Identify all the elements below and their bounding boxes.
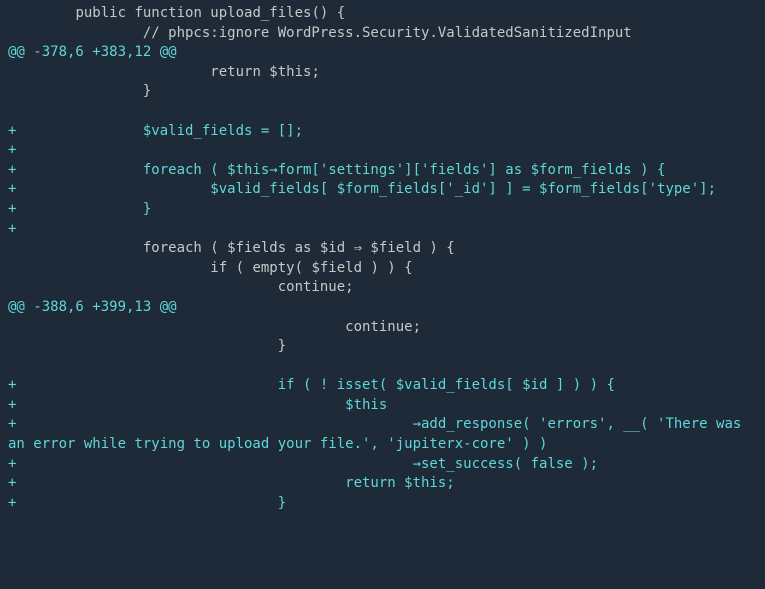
diff-line-add: + $this <box>0 396 765 416</box>
diff-line-ctx <box>0 102 765 122</box>
diff-line-hunk: @@ -378,6 +383,12 @@ <box>0 43 765 63</box>
diff-line-ctx: continue; <box>0 318 765 338</box>
diff-line-ctx: } <box>0 337 765 357</box>
diff-line-ctx: foreach ( $fields as $id ⇒ $field ) { <box>0 239 765 259</box>
diff-line-add: + →set_success( false ); <box>0 455 765 475</box>
diff-code-block: public function upload_files() { // phpc… <box>0 0 765 513</box>
diff-line-add: + →add_response( 'errors', __( 'There wa… <box>0 415 765 454</box>
diff-line-ctx: // phpcs:ignore WordPress.Security.Valid… <box>0 24 765 44</box>
diff-line-add: + return $this; <box>0 474 765 494</box>
diff-line-hunk: @@ -388,6 +399,13 @@ <box>0 298 765 318</box>
diff-line-ctx: continue; <box>0 278 765 298</box>
diff-line-add: + } <box>0 494 765 514</box>
diff-line-add: + <box>0 141 765 161</box>
diff-line-add: + } <box>0 200 765 220</box>
diff-line-add: + $valid_fields[ $form_fields['_id'] ] =… <box>0 180 765 200</box>
diff-line-ctx: if ( empty( $field ) ) { <box>0 259 765 279</box>
diff-line-add: + <box>0 220 765 240</box>
diff-line-ctx <box>0 357 765 377</box>
diff-line-add: + if ( ! isset( $valid_fields[ $id ] ) )… <box>0 376 765 396</box>
diff-line-add: + foreach ( $this→form['settings']['fiel… <box>0 161 765 181</box>
diff-line-ctx: public function upload_files() { <box>0 4 765 24</box>
diff-line-ctx: } <box>0 82 765 102</box>
diff-line-add: + $valid_fields = []; <box>0 122 765 142</box>
diff-line-ctx: return $this; <box>0 63 765 83</box>
